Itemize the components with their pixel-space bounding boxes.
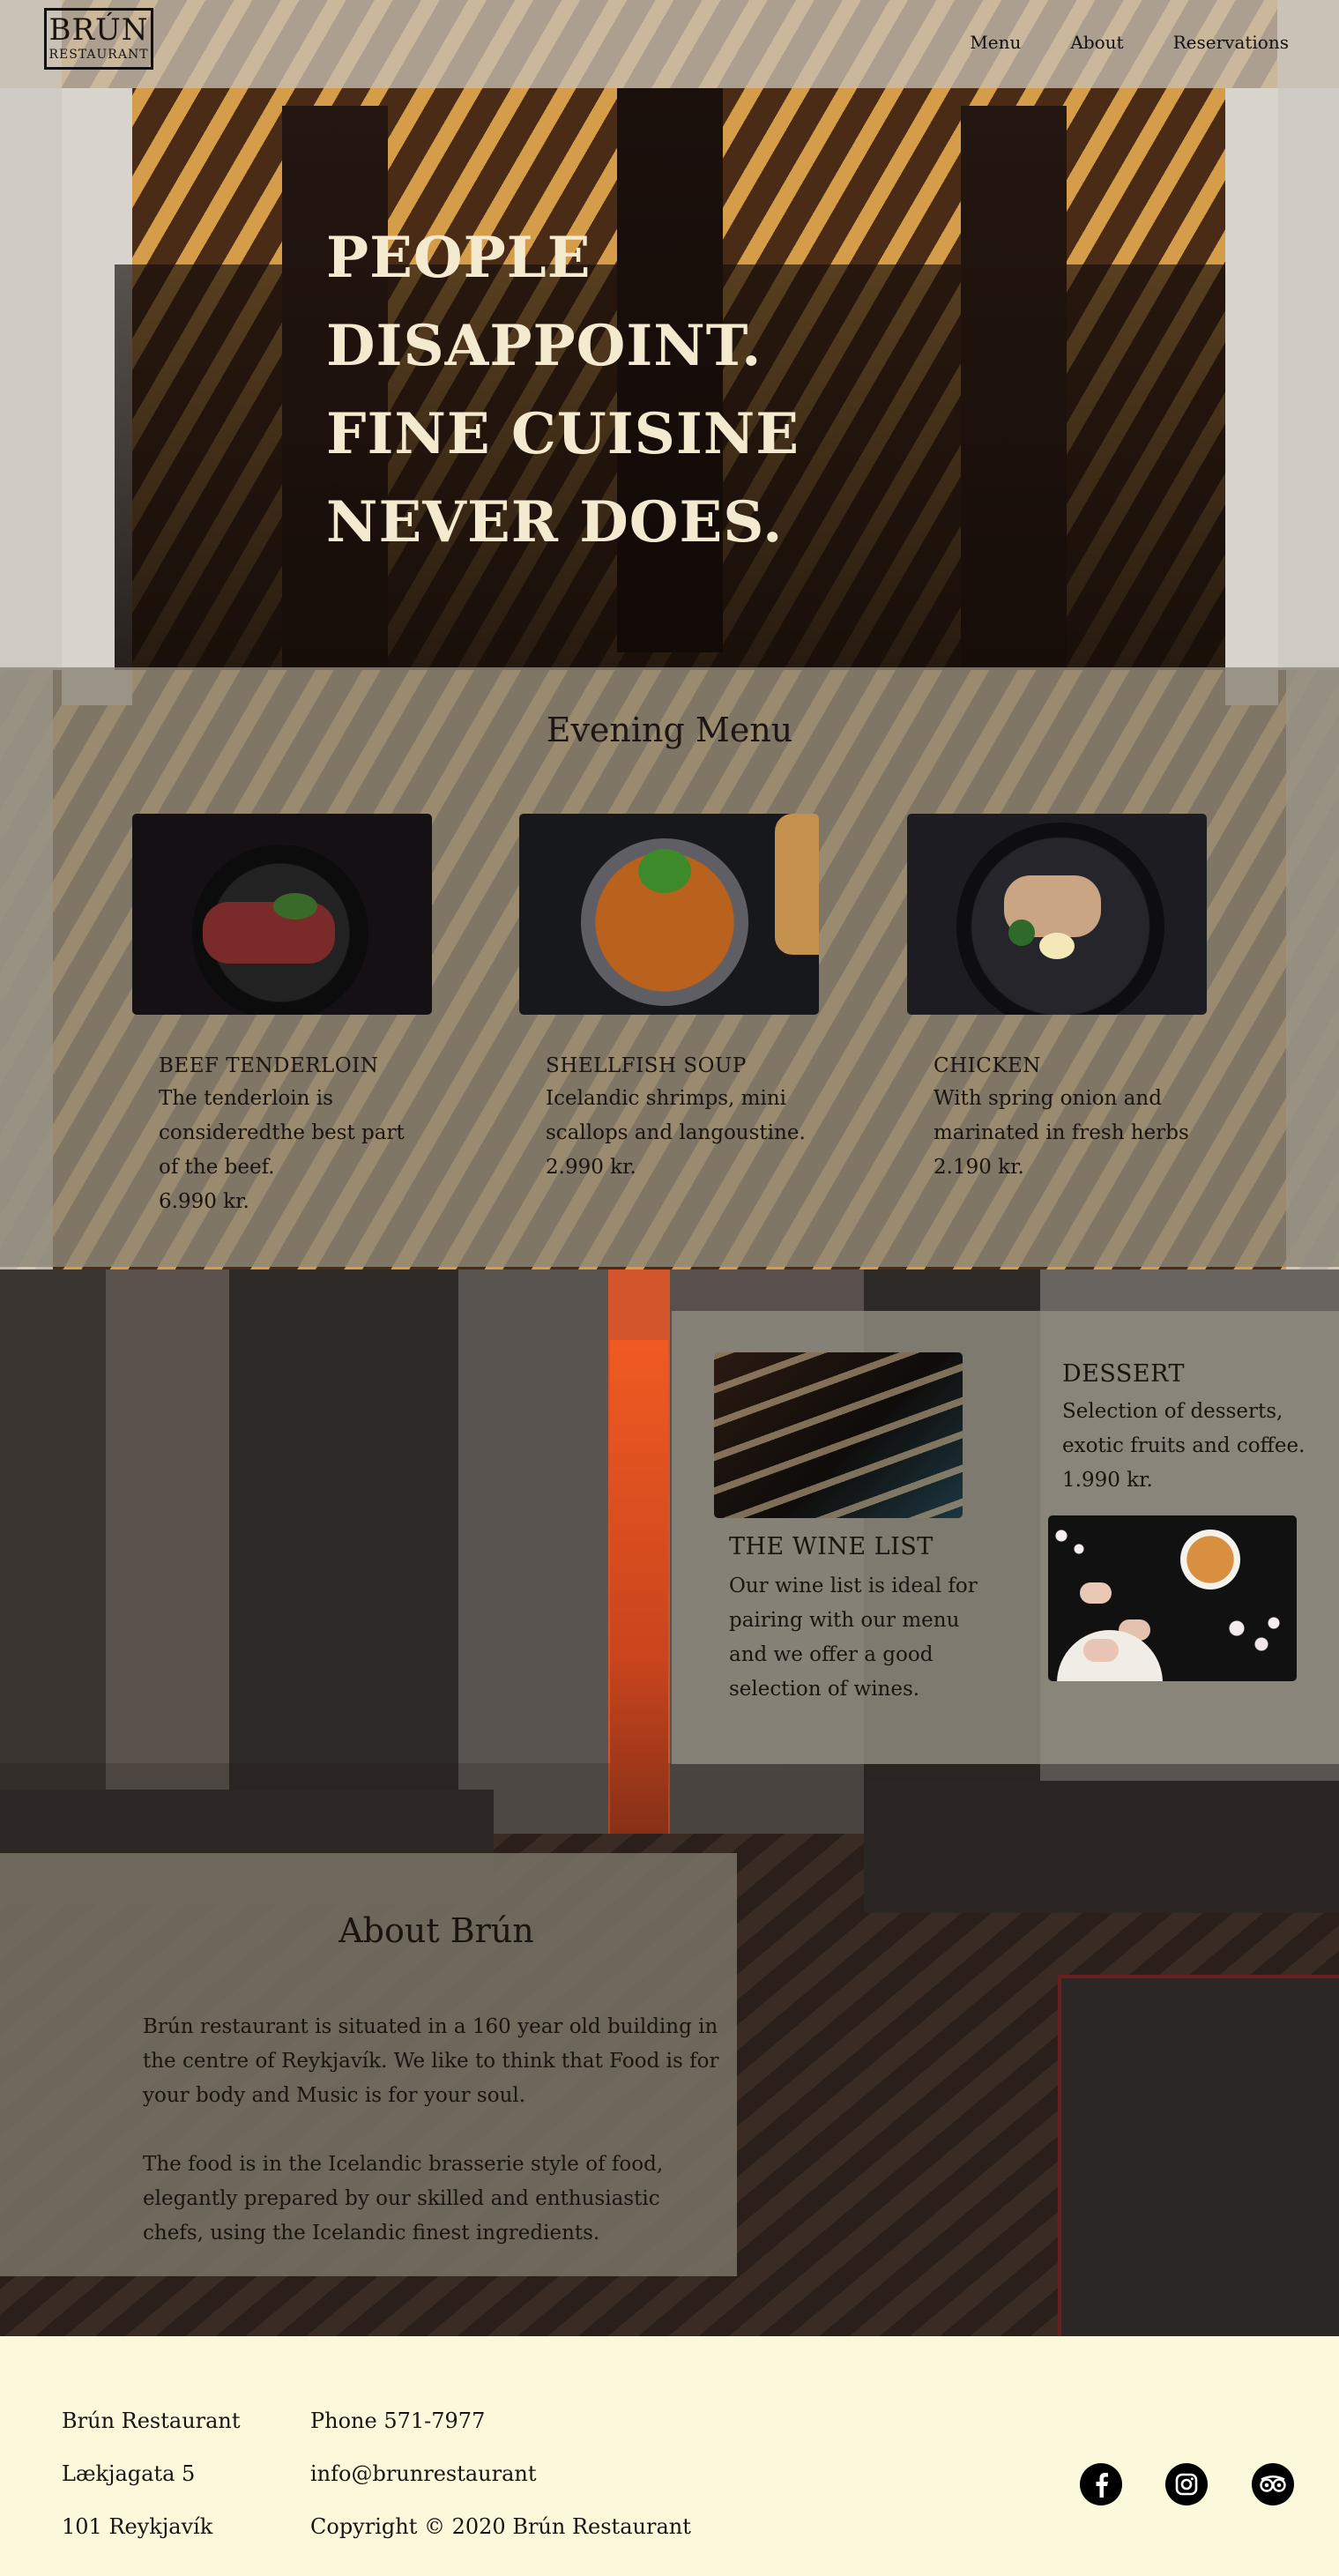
dish-name: CHICKEN [934,1054,1041,1077]
dish-name: BEEF TENDERLOIN [159,1054,379,1077]
footer-restaurant-name: Brún Restaurant [62,2408,241,2433]
logo-text: BRÚN [48,12,149,48]
dessert-price: 1.990 kr. [1062,1469,1153,1492]
menu-card-soup: SHELLFISH SOUP Icelandic shrimps, mini s… [519,814,819,1185]
dish-description: The tenderloin is consideredthe best par… [159,1087,405,1179]
evening-menu-heading: Evening Menu [546,711,793,749]
footer-city: 101 Reykjavík [62,2514,213,2539]
dish-description: With spring onion and marinated in fresh… [934,1087,1189,1144]
footer-address: Brún Restaurant Lækjagata 5 101 Reykjaví… [62,2394,241,2553]
hero-line: PEOPLE [326,225,591,291]
about-paragraph: Brún restaurant is situated in a 160 yea… [143,2015,719,2107]
chicken-photo [907,814,1207,1015]
footer-phone[interactable]: Phone 571-7977 [310,2394,691,2447]
dish-name: SHELLFISH SOUP [546,1054,747,1077]
instagram-icon[interactable] [1165,2463,1208,2505]
page: BRÚN RESTAURANT Menu About Reservations … [0,0,1339,2576]
nav-link-reservations[interactable]: Reservations [1173,32,1289,53]
about-heading: About Brún [338,1911,534,1950]
about-paragraph: The food is in the Icelandic brasserie s… [143,2153,664,2245]
dish-price: 2.990 kr. [546,1156,636,1179]
dish-description: Icelandic shrimps, mini scallops and lan… [546,1087,806,1144]
dish-price: 2.190 kr. [934,1156,1024,1179]
wine-bottles-photo [714,1352,963,1518]
nav-link-about[interactable]: About [1070,32,1123,53]
hero-line: DISAPPOINT. [326,313,762,379]
footer-street: Lækjagata 5 [62,2461,196,2486]
hero-line: NEVER DOES. [326,489,784,555]
hero-line: FINE CUISINE [326,401,800,467]
footer-contact: Phone 571-7977 info@brunrestaurant Copyr… [310,2394,691,2553]
brand-logo[interactable]: BRÚN RESTAURANT [44,8,153,70]
dessert-text: Selection of desserts, exotic fruits and… [1062,1400,1306,1457]
menu-card-beef: BEEF TENDERLOIN The tenderloin is consid… [132,814,432,1219]
nav-link-menu[interactable]: Menu [970,32,1021,53]
menu-card-chicken: CHICKEN With spring onion and marinated … [907,814,1207,1185]
beef-tenderloin-photo [132,814,432,1015]
dish-price: 6.990 kr. [159,1190,249,1213]
footer-email[interactable]: info@brunrestaurant [310,2447,691,2500]
logo-subtext: RESTAURANT [48,48,149,62]
wine-list-text: Our wine list is ideal for pairing with … [729,1575,978,1701]
dessert-title: DESSERT [1062,1360,1185,1388]
facebook-icon[interactable] [1080,2463,1122,2505]
dessert-photo [1048,1515,1297,1681]
tripadvisor-icon[interactable] [1252,2463,1294,2505]
wine-list-title: THE WINE LIST [729,1533,934,1560]
footer-copyright: Copyright © 2020 Brún Restaurant [310,2514,691,2539]
top-navigation: BRÚN RESTAURANT Menu About Reservations [0,0,1339,88]
nav-links: Menu About Reservations [970,32,1289,53]
shellfish-soup-photo [519,814,819,1015]
hero-heading: PEOPLE DISAPPOINT. FINE CUISINE NEVER DO… [326,214,820,567]
